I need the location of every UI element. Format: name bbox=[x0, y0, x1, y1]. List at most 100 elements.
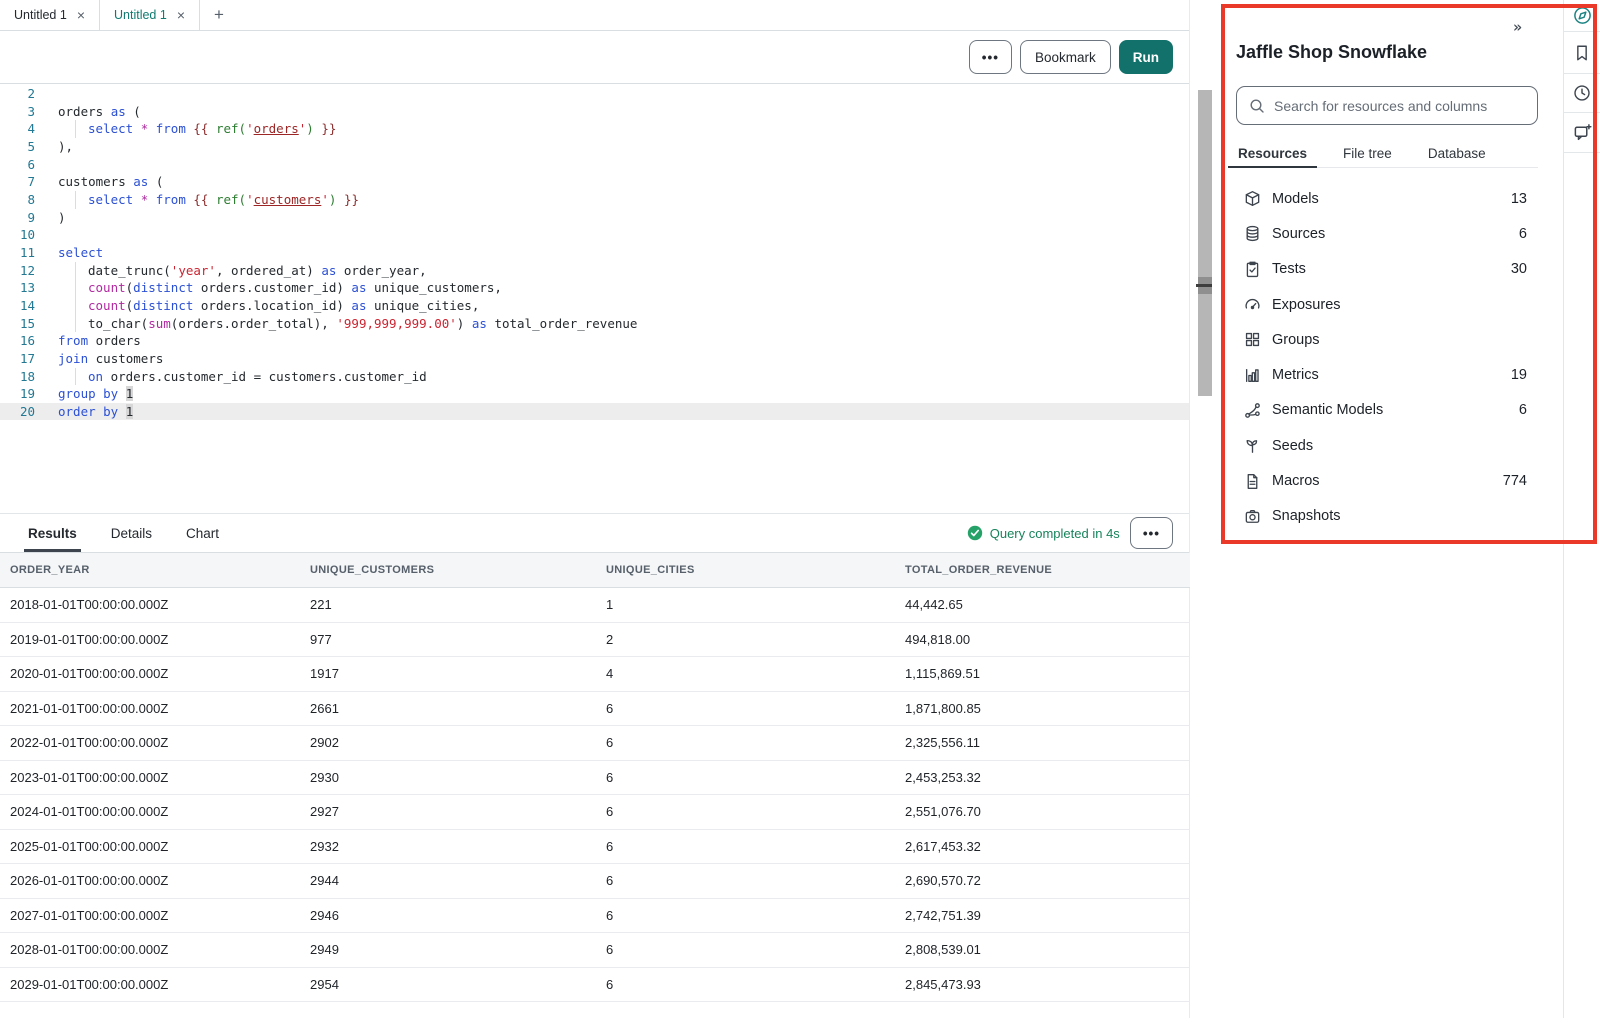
query-status-text: Query completed in 4s bbox=[990, 526, 1120, 541]
resource-count: 13 bbox=[1511, 191, 1527, 207]
history-icon[interactable] bbox=[1564, 74, 1600, 113]
code-text: on orders.customer_id = customers.custom… bbox=[58, 368, 427, 386]
table-cell: 2946 bbox=[300, 908, 596, 923]
code-line: 16from orders bbox=[0, 332, 1189, 350]
resource-item-exposures[interactable]: Exposures bbox=[1244, 287, 1527, 322]
editor-tab-bar: Untitled 1 × Untitled 1 × + bbox=[0, 0, 1189, 31]
resources-sidebar: » Jaffle Shop Snowflake Resources File tr… bbox=[1212, 0, 1563, 1018]
table-row[interactable]: 2022-01-01T00:00:00.000Z290262,325,556.1… bbox=[0, 726, 1190, 761]
table-cell: 2,551,076.70 bbox=[895, 804, 1190, 819]
line-number: 7 bbox=[0, 173, 42, 191]
table-row[interactable]: 2027-01-01T00:00:00.000Z294662,742,751.3… bbox=[0, 899, 1190, 934]
resource-item-groups[interactable]: Groups bbox=[1244, 322, 1527, 357]
resource-item-metrics[interactable]: Metrics 19 bbox=[1244, 357, 1527, 392]
bookmark-icon[interactable] bbox=[1564, 32, 1600, 74]
ref-link[interactable]: orders bbox=[254, 121, 299, 136]
results-more-button[interactable]: ••• bbox=[1130, 517, 1173, 549]
code-editor[interactable]: 23orders as (4select * from {{ ref('orde… bbox=[0, 84, 1189, 513]
resource-list: Models13Sources6Tests30Exposures Groups Me… bbox=[1244, 181, 1527, 534]
more-options-button[interactable]: ••• bbox=[969, 40, 1012, 74]
collapse-sidebar-button[interactable]: » bbox=[1513, 18, 1521, 36]
sidebar-tab-resources[interactable]: Resources bbox=[1236, 140, 1309, 167]
table-row[interactable]: 2025-01-01T00:00:00.000Z293262,617,453.3… bbox=[0, 830, 1190, 865]
table-row[interactable]: 2018-01-01T00:00:00.000Z221144,442.65 bbox=[0, 588, 1190, 623]
results-tab-details[interactable]: Details bbox=[111, 514, 152, 552]
results-tab-chart[interactable]: Chart bbox=[186, 514, 219, 552]
table-row[interactable]: 2021-01-01T00:00:00.000Z266161,871,800.8… bbox=[0, 692, 1190, 727]
resource-item-seeds[interactable]: Seeds bbox=[1244, 428, 1527, 463]
code-text: customers as ( bbox=[58, 173, 163, 191]
line-number: 14 bbox=[0, 297, 42, 315]
groups-icon bbox=[1244, 331, 1261, 348]
resource-item-models[interactable]: Models13 bbox=[1244, 181, 1527, 216]
close-tab-icon[interactable]: × bbox=[77, 8, 85, 22]
feedback-icon[interactable] bbox=[1564, 113, 1600, 153]
editor-tab-untitled-1-active[interactable]: Untitled 1 × bbox=[100, 0, 200, 30]
table-cell: 6 bbox=[596, 908, 895, 923]
code-line: 12date_trunc('year', ordered_at) as orde… bbox=[0, 262, 1189, 280]
tab-label: Untitled 1 bbox=[14, 8, 67, 22]
table-row[interactable]: 2028-01-01T00:00:00.000Z294962,808,539.0… bbox=[0, 933, 1190, 968]
code-line: 17join customers bbox=[0, 350, 1189, 368]
code-line: 19group by 1 bbox=[0, 385, 1189, 403]
resource-item-macros[interactable]: Macros774 bbox=[1244, 463, 1527, 498]
resource-label: Semantic Models bbox=[1272, 402, 1508, 418]
sidebar-tab-file-tree[interactable]: File tree bbox=[1341, 140, 1394, 167]
resource-item-tests[interactable]: Tests30 bbox=[1244, 252, 1527, 287]
code-line: 10 bbox=[0, 226, 1189, 244]
project-title: Jaffle Shop Snowflake bbox=[1236, 42, 1427, 63]
table-cell: 2025-01-01T00:00:00.000Z bbox=[0, 839, 300, 854]
semantic-models-icon bbox=[1244, 402, 1261, 419]
sidebar-tab-database[interactable]: Database bbox=[1426, 140, 1488, 167]
code-text: date_trunc('year', ordered_at) as order_… bbox=[58, 262, 427, 280]
tab-label: Untitled 1 bbox=[114, 8, 167, 22]
table-cell: 4 bbox=[596, 666, 895, 681]
table-cell: 2022-01-01T00:00:00.000Z bbox=[0, 735, 300, 750]
resource-item-semantic-models[interactable]: Semantic Models6 bbox=[1244, 393, 1527, 428]
run-button[interactable]: Run bbox=[1119, 40, 1173, 74]
table-row[interactable]: 2024-01-01T00:00:00.000Z292762,551,076.7… bbox=[0, 795, 1190, 830]
code-line: 15to_char(sum(orders.order_total), '999,… bbox=[0, 315, 1189, 333]
table-cell: 6 bbox=[596, 942, 895, 957]
check-circle-icon bbox=[967, 525, 983, 541]
results-tab-results[interactable]: Results bbox=[28, 514, 77, 552]
code-line: 4select * from {{ ref('orders') }} bbox=[0, 120, 1189, 138]
table-row[interactable]: 2023-01-01T00:00:00.000Z293062,453,253.3… bbox=[0, 761, 1190, 796]
table-cell: 2,690,570.72 bbox=[895, 873, 1190, 888]
query-status: Query completed in 4s bbox=[967, 525, 1120, 541]
resource-label: Metrics bbox=[1272, 367, 1500, 383]
resource-count: 19 bbox=[1511, 367, 1527, 383]
compass-icon[interactable] bbox=[1564, 0, 1600, 32]
resource-item-sources[interactable]: Sources6 bbox=[1244, 216, 1527, 251]
search-icon bbox=[1249, 98, 1265, 114]
table-row[interactable]: 2019-01-01T00:00:00.000Z9772494,818.00 bbox=[0, 623, 1190, 658]
code-text: select bbox=[58, 244, 103, 262]
table-cell: 1,871,800.85 bbox=[895, 701, 1190, 716]
resource-search[interactable] bbox=[1236, 86, 1538, 125]
code-text: ), bbox=[58, 138, 73, 156]
resource-label: Groups bbox=[1272, 332, 1516, 348]
table-row[interactable]: 2026-01-01T00:00:00.000Z294462,690,570.7… bbox=[0, 864, 1190, 899]
column-header: UNIQUE_CUSTOMERS bbox=[300, 564, 596, 576]
code-line: 6 bbox=[0, 156, 1189, 174]
line-number: 5 bbox=[0, 138, 42, 156]
line-number: 2 bbox=[0, 85, 42, 103]
table-cell: 2024-01-01T00:00:00.000Z bbox=[0, 804, 300, 819]
code-line: 18on orders.customer_id = customers.cust… bbox=[0, 368, 1189, 386]
close-tab-icon[interactable]: × bbox=[177, 8, 185, 22]
new-tab-button[interactable]: + bbox=[200, 0, 238, 30]
resource-item-snapshots[interactable]: Snapshots bbox=[1244, 499, 1527, 534]
bookmark-button[interactable]: Bookmark bbox=[1020, 40, 1111, 74]
search-input[interactable] bbox=[1274, 98, 1525, 114]
editor-tab-untitled-1[interactable]: Untitled 1 × bbox=[0, 0, 100, 30]
line-number: 9 bbox=[0, 209, 42, 227]
exposures-icon bbox=[1244, 296, 1261, 313]
table-row[interactable]: 2029-01-01T00:00:00.000Z295462,845,473.9… bbox=[0, 968, 1190, 1003]
ref-link[interactable]: customers bbox=[254, 192, 322, 207]
metrics-icon bbox=[1244, 367, 1261, 384]
table-cell: 2949 bbox=[300, 942, 596, 957]
panel-resize-handle[interactable] bbox=[1198, 90, 1212, 396]
table-cell: 6 bbox=[596, 735, 895, 750]
resource-count: 6 bbox=[1519, 226, 1527, 242]
table-row[interactable]: 2020-01-01T00:00:00.000Z191741,115,869.5… bbox=[0, 657, 1190, 692]
